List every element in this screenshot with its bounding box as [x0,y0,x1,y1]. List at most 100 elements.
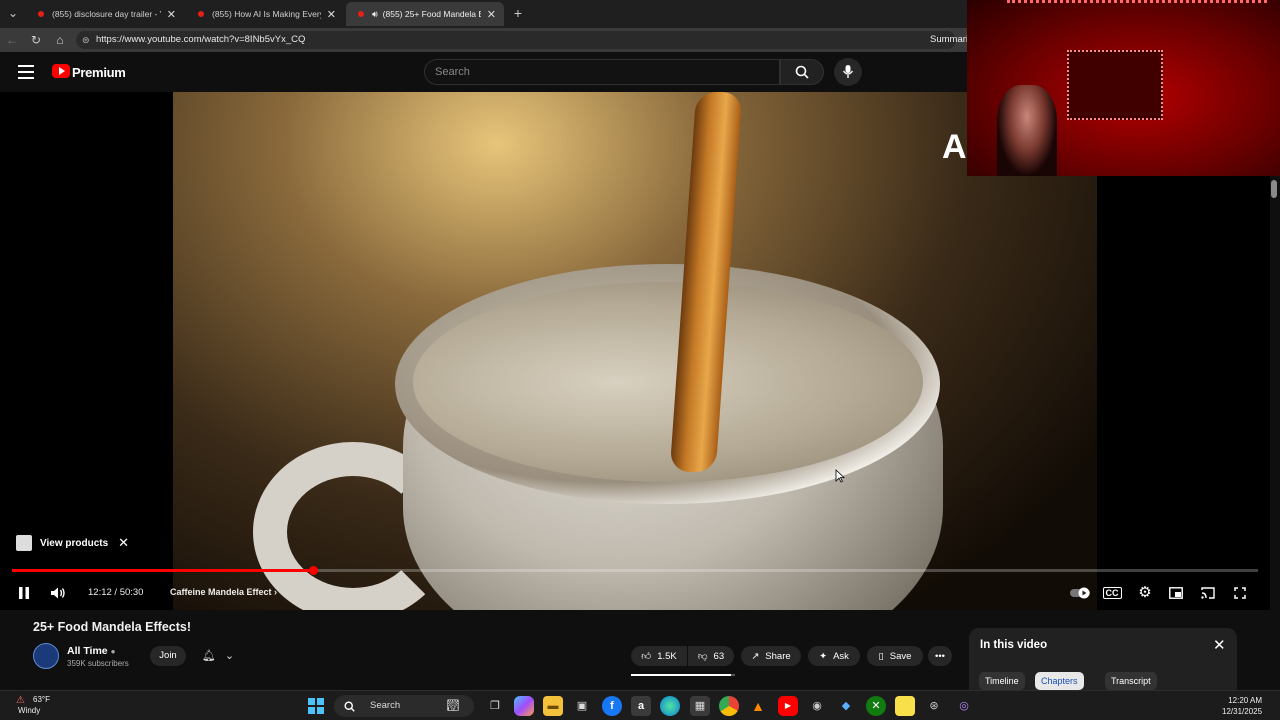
fullscreen-button[interactable] [1230,583,1250,603]
progress-bar[interactable] [12,566,1258,575]
led-lights [1007,0,1267,40]
channel-name-text: All Time [67,645,108,657]
time-display: 12:12 / 50:30 [88,587,144,598]
voice-search-button[interactable] [834,58,862,86]
xbox-icon[interactable]: ✕ [866,696,886,716]
share-arrow-icon: ↗ [751,650,760,662]
settings-button[interactable]: ⚙ [1135,583,1155,603]
url-field[interactable]: ⊜ https://www.youtube.com/watch?v=8INb5v… [76,31,956,49]
close-icon[interactable]: ✕ [167,8,176,21]
autoplay-toggle[interactable] [1070,583,1090,603]
cast-button[interactable] [1198,583,1218,603]
in-this-video-panel: In this video ✕ Timeline Chapters Transc… [969,628,1237,690]
captions-button[interactable]: CC [1102,583,1122,603]
save-button[interactable]: ▯ Save [867,646,923,666]
channel-avatar[interactable] [33,643,59,669]
channel-name[interactable]: All Time ● [67,645,115,657]
sticky-notes-icon[interactable] [895,696,915,716]
back-arrow-icon[interactable]: ← [4,32,20,48]
close-icon[interactable]: ✕ [327,8,336,21]
reload-icon[interactable]: ↻ [28,32,44,48]
youtube-app-icon[interactable]: ▶ [778,696,798,716]
steam-icon[interactable]: ◉ [807,696,827,716]
close-icon[interactable]: ✕ [118,535,129,551]
close-icon[interactable]: ✕ [487,8,496,21]
youtube-favicon-icon [358,11,364,17]
system-clock[interactable]: 12:20 AM 12/31/2025 [1222,695,1262,717]
share-button[interactable]: ↗ Share [741,646,801,666]
task-view-icon[interactable]: ❐ [485,696,505,716]
tab-chapters[interactable]: Chapters [1035,672,1084,690]
panel-title: In this video [980,639,1048,651]
background-doorway [1067,50,1163,120]
taskbar-search-input[interactable]: Search 🌄︎ [334,695,474,717]
page-scrollbar-thumb[interactable] [1271,180,1277,198]
gear-icon: ⚙ [1138,584,1152,601]
chapter-label: Caffeine Mandela Effect [170,587,272,597]
amazon-icon[interactable]: a [631,696,651,716]
like-button[interactable]: 👍︎ 1.5K [631,646,687,666]
chapter-title-button[interactable]: Caffeine Mandela Effect › [170,587,277,597]
facebook-icon[interactable]: f [602,696,622,716]
youtube-logo-icon[interactable] [52,64,70,78]
volume-button[interactable] [48,583,68,603]
weather-widget[interactable]: ⚠ 63°F Windy [16,694,50,716]
view-products-chip[interactable]: View products ✕ [16,533,129,553]
dislike-button[interactable]: 👎︎ 63 [688,646,734,666]
app-red-badge-icon[interactable]: ⊛ [924,696,944,716]
pause-button[interactable] [14,583,34,603]
progress-scrubber-handle[interactable] [309,566,319,575]
premium-logo-text[interactable]: Premium [72,65,126,80]
like-count: 1.5K [657,650,677,662]
chevron-down-icon: ⌄ [224,650,235,662]
search-input[interactable]: Search [424,59,780,85]
tab-label: (855) disclosure day trailer - YouTube [52,9,161,19]
tab-label: (855) 25+ Food Mandela Effects [382,9,481,19]
vlc-icon[interactable]: ▲ [748,696,768,716]
microphone-icon [842,65,854,78]
copilot-icon[interactable] [514,696,534,716]
sparkle-icon: ✦ [819,650,828,662]
app-ring-icon[interactable]: ◎ [954,696,974,716]
tab-label: (855) How AI Is Making Everything Worse [212,9,321,19]
microsoft-store-icon[interactable]: ▣ [572,696,592,716]
chevron-right-icon: › [274,587,278,597]
tab-transcript[interactable]: Transcript [1105,672,1157,690]
notifications-button[interactable]: 🔔︎ ⌄ [196,646,240,666]
close-icon[interactable]: ✕ [1213,636,1226,654]
file-explorer-icon[interactable]: ▬ [543,696,563,716]
audio-playing-icon[interactable]: 🔊︎ [372,9,378,20]
volume-icon [51,587,65,599]
join-button[interactable]: Join [150,646,186,666]
menu-hamburger-icon[interactable] [18,65,34,79]
app-diamond-icon[interactable]: ◆ [836,696,856,716]
progress-played [12,569,314,572]
windows-start-icon[interactable] [308,698,324,714]
miniplayer-icon [1169,587,1183,599]
search-button[interactable] [780,59,824,85]
streamer-figure [997,85,1057,176]
calculator-icon[interactable]: ▦ [690,696,710,716]
miniplayer-button[interactable] [1166,583,1186,603]
summarize-button[interactable]: Summari [930,34,968,45]
browser-tab-3-active[interactable]: 🔊︎ (855) 25+ Food Mandela Effects ✕ [346,2,504,26]
home-icon[interactable]: ⌂ [52,32,68,48]
browser-tab-2[interactable]: (855) How AI Is Making Everything Worse … [186,2,344,26]
verified-check-icon: ● [110,647,116,656]
site-info-icon[interactable]: ⊜ [82,31,90,49]
edge-browser-icon[interactable] [660,696,680,716]
tab-list-chevron-icon[interactable]: ⌄ [5,5,21,21]
page-scrollbar-track[interactable] [1270,176,1280,690]
thumbs-down-icon: 👎︎ [697,651,708,662]
new-tab-plus-icon[interactable]: + [510,5,526,21]
tab-timeline[interactable]: Timeline [979,672,1025,690]
clock-date: 12/31/2025 [1222,707,1263,716]
more-actions-button[interactable]: ••• [928,646,952,666]
cast-icon [1201,587,1215,599]
captions-icon: CC [1102,587,1122,599]
browser-tab-1[interactable]: (855) disclosure day trailer - YouTube ✕ [26,2,184,26]
ask-button[interactable]: ✦ Ask [808,646,860,666]
like-ratio-underline [631,674,735,676]
chrome-icon[interactable] [719,696,739,716]
bookmark-icon: ▯ [878,650,884,662]
